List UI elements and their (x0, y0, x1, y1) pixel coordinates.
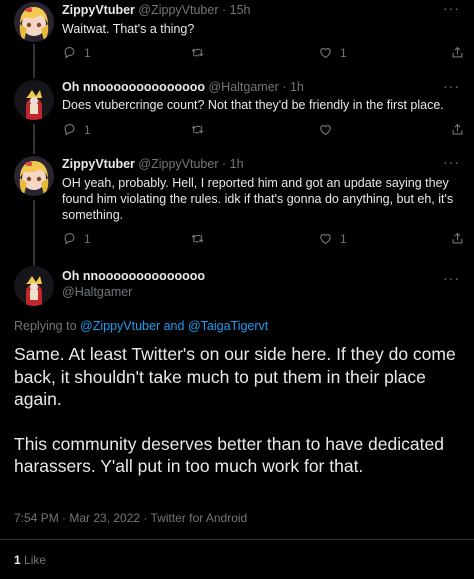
thread-line (33, 200, 35, 260)
share-button[interactable] (450, 231, 465, 246)
display-name[interactable]: ZippyVtuber (62, 3, 135, 17)
avatar-zippyvtuber[interactable] (14, 2, 54, 42)
like-icon (318, 122, 333, 137)
like-icon (318, 231, 333, 246)
like-button[interactable]: 1 (318, 45, 347, 60)
mention-link[interactable]: @TaigaTigervt (188, 319, 268, 333)
reply-icon (62, 231, 77, 246)
reply-button[interactable]: 1 (62, 45, 91, 60)
avatar-zippyvtuber[interactable] (14, 156, 54, 196)
tweet-1[interactable]: ZippyVtuber @ZippyVtuber · 15h ··· Waitw… (0, 0, 474, 74)
display-name[interactable]: Oh nnoooooooooooooo (62, 269, 205, 283)
tweet-actions: 1 (62, 122, 466, 140)
reply-icon (62, 122, 77, 137)
tweet-actions: 1 1 (62, 231, 466, 249)
like-button[interactable] (318, 122, 340, 137)
thread-line (33, 74, 35, 78)
more-icon[interactable]: ··· (443, 0, 460, 16)
share-button[interactable] (450, 45, 465, 60)
retweet-icon (190, 231, 205, 246)
reply-count: 1 (84, 122, 91, 137)
share-icon (450, 45, 465, 60)
divider (0, 539, 474, 540)
like-count: 1 (340, 231, 347, 246)
avatar-haltgamer[interactable] (14, 80, 54, 120)
more-icon[interactable]: ··· (443, 78, 460, 94)
retweet-button[interactable] (190, 45, 212, 60)
like-count: 1 (340, 45, 347, 60)
reply-icon (62, 45, 77, 60)
retweet-icon (190, 122, 205, 137)
replying-to: Replying to @ZippyVtuber and @TaigaTiger… (14, 319, 268, 333)
tweet-text: OH yeah, probably. Hell, I reported him … (62, 176, 454, 222)
user-handle[interactable]: @Haltgamer (62, 285, 132, 299)
reply-button[interactable]: 1 (62, 122, 91, 137)
timestamp[interactable]: 15h (230, 3, 251, 17)
share-icon (450, 122, 465, 137)
tweet-paragraph: This community deserves better than to h… (14, 433, 444, 477)
tweet-header: ZippyVtuber @ZippyVtuber · 1h (62, 157, 244, 171)
like-button[interactable]: 1 (318, 231, 347, 246)
replying-prefix: Replying to (14, 319, 77, 333)
retweet-button[interactable] (190, 231, 212, 246)
like-icon (318, 45, 333, 60)
main-user-handle[interactable]: @Haltgamer (62, 285, 132, 299)
more-icon[interactable]: ··· (443, 270, 460, 286)
mention-link[interactable]: @ZippyVtuber (80, 319, 160, 333)
timestamp[interactable]: 1h (230, 157, 244, 171)
tweet-header: ZippyVtuber @ZippyVtuber · 15h (62, 3, 251, 17)
likes-link[interactable]: 1 Like (14, 553, 46, 567)
share-button[interactable] (450, 122, 465, 137)
more-icon[interactable]: ··· (443, 154, 460, 170)
user-handle[interactable]: @Haltgamer (208, 80, 278, 94)
display-name[interactable]: Oh nnoooooooooooooo (62, 80, 205, 94)
main-display-name[interactable]: Oh nnoooooooooooooo (62, 269, 205, 283)
reply-button[interactable]: 1 (62, 231, 91, 246)
user-handle[interactable]: @ZippyVtuber (138, 3, 218, 17)
tweet-actions: 1 1 (62, 45, 466, 63)
reply-count: 1 (84, 231, 91, 246)
separator: · (221, 157, 227, 171)
thread-line (33, 44, 35, 74)
likes-label: Like (24, 553, 47, 567)
tweet-meta[interactable]: 7:54 PM · Mar 23, 2022 · Twitter for And… (14, 511, 247, 525)
user-handle[interactable]: @ZippyVtuber (138, 157, 218, 171)
separator: · (282, 80, 287, 94)
avatar-haltgamer[interactable] (14, 266, 54, 306)
timestamp[interactable]: 1h (290, 80, 304, 94)
thread-line (33, 124, 35, 154)
and-link[interactable]: and (164, 319, 185, 333)
likes-count: 1 (14, 553, 21, 567)
retweet-button[interactable] (190, 122, 212, 137)
tweet-text: Waitwat. That's a thing? (62, 22, 195, 36)
tweet-text: Does vtubercringe count? Not that they'd… (62, 98, 444, 112)
tweet-2[interactable]: Oh nnoooooooooooooo @Haltgamer · 1h ··· … (0, 74, 474, 154)
tweet-3[interactable]: ZippyVtuber @ZippyVtuber · 1h ··· OH yea… (0, 154, 474, 260)
separator: · (221, 3, 227, 17)
share-icon (450, 231, 465, 246)
reply-count: 1 (84, 45, 91, 60)
main-tweet-text: Same. At least Twitter's on our side her… (14, 343, 462, 478)
display-name[interactable]: ZippyVtuber (62, 157, 135, 171)
tweet-paragraph: Same. At least Twitter's on our side her… (14, 344, 456, 409)
retweet-icon (190, 45, 205, 60)
tweet-header: Oh nnoooooooooooooo @Haltgamer · 1h (62, 80, 304, 94)
